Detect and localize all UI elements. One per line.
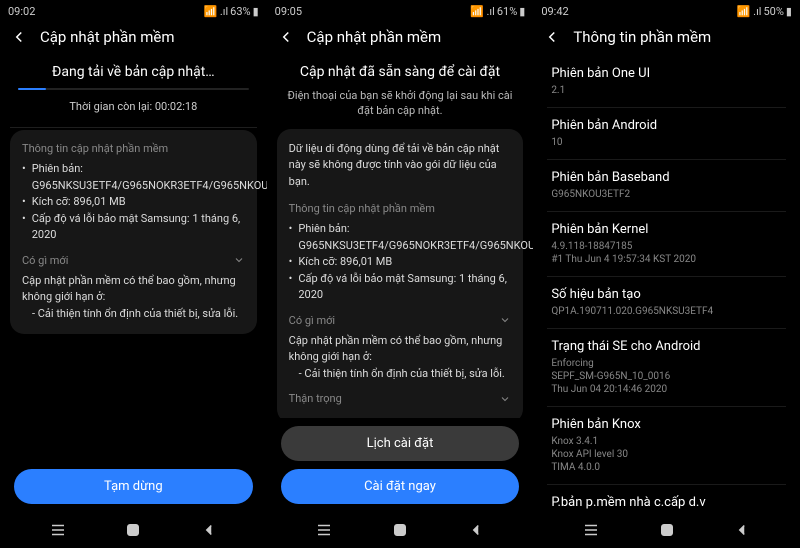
info-item[interactable]: Phiên bản Knox Knox 3.4.1 Knox API level … xyxy=(547,407,786,485)
header-title: Cập nhật phần mềm xyxy=(40,28,175,46)
back-icon[interactable] xyxy=(543,28,561,46)
install-now-button[interactable]: Cài đặt ngay xyxy=(281,469,520,504)
header-title: Thông tin phần mềm xyxy=(573,28,711,46)
status-indicators: 📶 .ıl 50% ▮ xyxy=(737,5,792,18)
info-item[interactable]: Phiên bản Android 10 xyxy=(547,108,786,160)
downloading-title: Đang tải về bản cập nhật… xyxy=(10,64,257,80)
recent-apps-icon[interactable] xyxy=(315,521,333,539)
info-item-value: 2.1 xyxy=(551,84,782,97)
data-notice: Dữ liệu di động dùng để tải về bản cập n… xyxy=(289,141,512,191)
status-time: 09:02 xyxy=(8,5,35,18)
nav-back-icon[interactable] xyxy=(733,521,751,539)
status-indicators: 📶 .ıl 63% ▮ xyxy=(203,5,258,18)
main-card: Dữ liệu di động dùng để tải về bản cập n… xyxy=(277,129,524,418)
info-list[interactable]: Phiên bản One UI2.1Phiên bản Android10Ph… xyxy=(533,52,800,512)
ready-title: Cập nhật đã sẵn sàng để cài đặt xyxy=(277,64,524,80)
update-info-card: Thông tin cập nhật phần mềm Phiên bản: G… xyxy=(10,130,257,334)
chevron-down-icon xyxy=(499,393,511,405)
content: Cập nhật đã sẵn sàng để cài đặt Điện tho… xyxy=(267,52,534,418)
nav-bar xyxy=(267,512,534,548)
home-icon[interactable] xyxy=(658,521,676,539)
info-label: Thông tin cập nhật phần mềm xyxy=(289,202,512,215)
info-version: Phiên bản: G965NKSU3ETF4/G965NOKR3ETF4/G… xyxy=(289,221,512,254)
info-security: Cấp độ vá lỗi bảo mật Samsung: 1 tháng 6… xyxy=(289,271,512,304)
info-item-value: Knox 3.4.1 Knox API level 30 TIMA 4.0.0 xyxy=(551,435,782,474)
nav-bar xyxy=(533,512,800,548)
info-item-value: QP1A.190711.020.G965NKSU3ETF4 xyxy=(551,305,782,318)
home-icon[interactable] xyxy=(124,521,142,539)
info-item[interactable]: Trạng thái SE cho Android Enforcing SEPF_… xyxy=(547,329,786,407)
info-item-title: Phiên bản Knox xyxy=(551,417,782,432)
whats-new-detail: - Cải thiện tính ổn định của thiết bị, s… xyxy=(289,366,512,383)
content: Đang tải về bản cập nhật… Thời gian còn … xyxy=(0,52,267,461)
whats-new-body: Cập nhật phần mềm có thể bao gồm, nhưng … xyxy=(289,333,512,366)
info-item[interactable]: Phiên bản One UI 2.1 xyxy=(547,56,786,108)
info-item-value: 10 xyxy=(551,136,782,149)
info-item-title: Số hiệu bản tạo xyxy=(551,287,782,302)
info-item-title: Phiên bản One UI xyxy=(551,66,782,81)
info-item-title: Phiên bản Android xyxy=(551,118,782,133)
info-size: Kích cỡ: 896,01 MB xyxy=(289,254,512,271)
header: Cập nhật phần mềm xyxy=(267,22,534,52)
header: Thông tin phần mềm xyxy=(533,22,800,52)
status-indicators: 📶 .ıl 61% ▮ xyxy=(470,5,525,18)
info-item-title: Trạng thái SE cho Android xyxy=(551,339,782,354)
home-icon[interactable] xyxy=(391,521,409,539)
back-icon[interactable] xyxy=(277,28,295,46)
time-remaining: Thời gian còn lại: 00:02:18 xyxy=(10,100,257,113)
info-security: Cấp độ vá lỗi bảo mật Samsung: 1 tháng 6… xyxy=(22,211,245,244)
nav-back-icon[interactable] xyxy=(467,521,485,539)
screen-downloading: 09:02 📶 .ıl 63% ▮ Cập nhật phần mềm Đang… xyxy=(0,0,267,548)
whats-new-toggle[interactable]: Có gì mới xyxy=(22,254,245,267)
info-item-title: Phiên bản Kernel xyxy=(551,222,782,237)
back-icon[interactable] xyxy=(10,28,28,46)
header-title: Cập nhật phần mềm xyxy=(307,28,442,46)
chevron-down-icon xyxy=(499,314,511,326)
info-item-value: Enforcing SEPF_SM-G965N_10_0016 Thu Jun … xyxy=(551,357,782,396)
button-row: Lịch cài đặt Cài đặt ngay xyxy=(267,418,534,512)
info-size: Kích cỡ: 896,01 MB xyxy=(22,194,245,211)
status-time: 09:42 xyxy=(541,5,568,18)
chevron-down-icon xyxy=(233,254,245,266)
caution-toggle[interactable]: Thận trọng xyxy=(289,392,512,405)
nav-bar xyxy=(0,512,267,548)
recent-apps-icon[interactable] xyxy=(49,521,67,539)
info-label: Thông tin cập nhật phần mềm xyxy=(22,142,245,155)
info-item[interactable]: Số hiệu bản tạo QP1A.190711.020.G965NKSU3… xyxy=(547,277,786,329)
info-item-value: 4.9.118-18847185 #1 Thu Jun 4 19:57:34 K… xyxy=(551,240,782,266)
progress-fill xyxy=(18,88,46,90)
whats-new-detail: - Cải thiện tính ổn định của thiết bị, s… xyxy=(22,306,245,323)
info-item-title: P.bản p.mềm nhà c.cấp d.v xyxy=(551,495,782,510)
info-item[interactable]: P.bản p.mềm nhà c.cấp d.vSAOMC_SM-G965N_… xyxy=(547,485,786,512)
screen-software-info: 09:42 📶 .ıl 50% ▮ Thông tin phần mềm Phi… xyxy=(533,0,800,548)
pause-button[interactable]: Tạm dừng xyxy=(14,469,253,504)
info-item-title: Phiên bản Baseband xyxy=(551,170,782,185)
status-bar: 09:02 📶 .ıl 63% ▮ xyxy=(0,0,267,22)
info-item[interactable]: Phiên bản Kernel 4.9.118-18847185 #1 Thu … xyxy=(547,212,786,277)
button-row: Tạm dừng xyxy=(0,461,267,512)
nav-back-icon[interactable] xyxy=(200,521,218,539)
status-time: 09:05 xyxy=(275,5,302,18)
progress-bar xyxy=(18,88,249,90)
info-item-value: G965NKOU3ETF2 xyxy=(551,188,782,201)
status-bar: 09:42 📶 .ıl 50% ▮ xyxy=(533,0,800,22)
screen-ready: 09:05 📶 .ıl 61% ▮ Cập nhật phần mềm Cập … xyxy=(267,0,534,548)
whats-new-body: Cập nhật phần mềm có thể bao gồm, nhưng … xyxy=(22,273,245,306)
header: Cập nhật phần mềm xyxy=(0,22,267,52)
info-item[interactable]: Phiên bản Baseband G965NKOU3ETF2 xyxy=(547,160,786,212)
schedule-button[interactable]: Lịch cài đặt xyxy=(281,426,520,461)
whats-new-toggle[interactable]: Có gì mới xyxy=(289,314,512,327)
info-version: Phiên bản: G965NKSU3ETF4/G965NOKR3ETF4/G… xyxy=(22,161,245,194)
status-bar: 09:05 📶 .ıl 61% ▮ xyxy=(267,0,534,22)
recent-apps-icon[interactable] xyxy=(582,521,600,539)
ready-subtitle: Điện thoại của bạn sẽ khởi động lại sau … xyxy=(277,88,524,119)
